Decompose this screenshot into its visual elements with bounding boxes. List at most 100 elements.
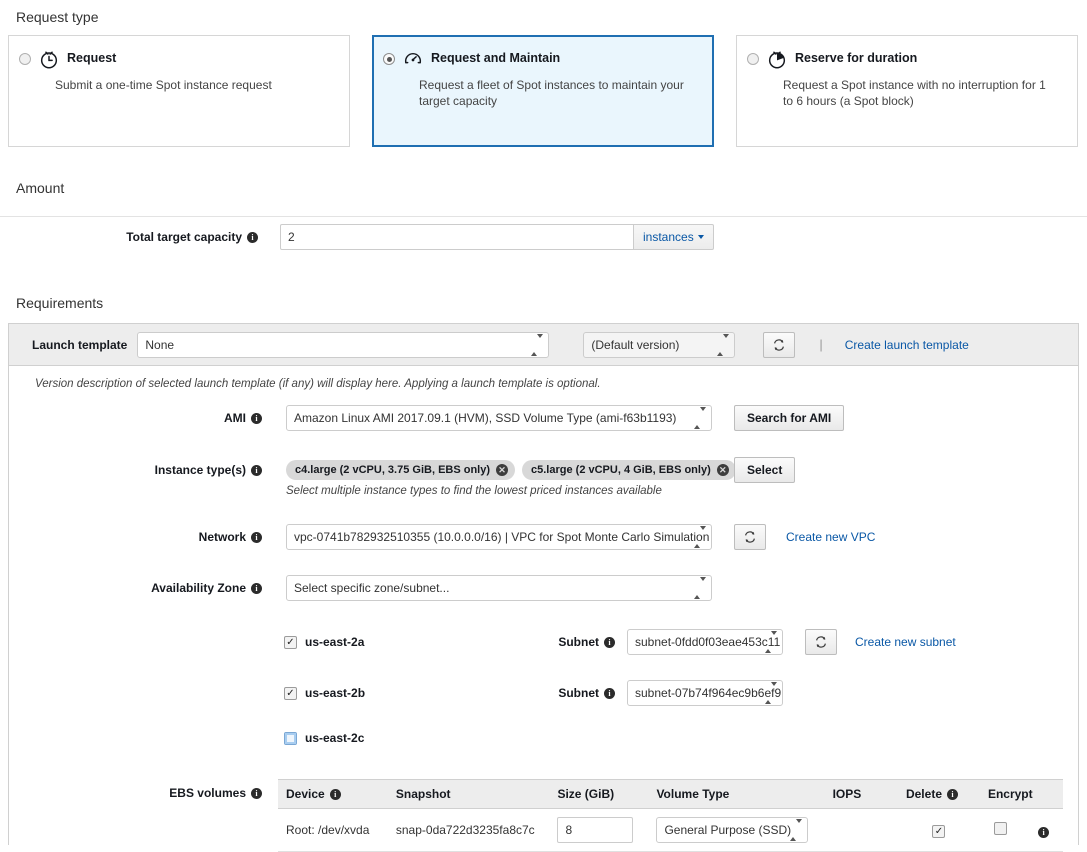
- info-icon[interactable]: i: [251, 464, 262, 476]
- instance-type-tag-list: c4.large (2 vCPU, 3.75 GiB, EBS only) ✕ …: [286, 460, 736, 480]
- cell-device: Root: /dev/xvda: [278, 808, 388, 852]
- network-label-text: Network: [198, 530, 246, 544]
- ami-label: AMI i: [0, 411, 262, 425]
- availability-zone-select-wrap: Select specific zone/subnet...: [286, 575, 712, 601]
- ebs-volumes-label-text: EBS volumes: [169, 786, 246, 800]
- radio-reserve-for-duration[interactable]: [747, 53, 759, 65]
- info-icon[interactable]: i: [251, 582, 262, 594]
- search-for-ami-button[interactable]: Search for AMI: [734, 405, 845, 431]
- column-header-device: Device i: [278, 779, 388, 809]
- availability-zone-name: us-east-2b: [305, 686, 366, 700]
- launch-template-version-select-wrap: (Default version): [583, 331, 736, 358]
- launch-template-note: Version description of selected launch t…: [35, 378, 601, 390]
- table-header-row: Device i Snapshot Size (GiB) Volume Type…: [278, 779, 1063, 809]
- launch-template-version-select[interactable]: (Default version): [583, 331, 736, 358]
- radio-request-and-maintain[interactable]: [383, 53, 395, 65]
- requirements-heading: Requirements: [16, 295, 104, 311]
- info-icon[interactable]: i: [604, 687, 615, 699]
- info-icon[interactable]: i: [1038, 827, 1050, 838]
- info-icon[interactable]: i: [604, 636, 615, 648]
- launch-template-label: Launch template: [32, 337, 128, 352]
- amount-divider: [0, 216, 1087, 217]
- subnet-label-text: Subnet: [558, 635, 599, 649]
- select-instance-types-button[interactable]: Select: [734, 457, 796, 483]
- info-icon[interactable]: i: [251, 531, 262, 543]
- create-launch-template-link[interactable]: Create launch template: [845, 338, 969, 352]
- amount-heading: Amount: [16, 180, 65, 196]
- info-icon[interactable]: i: [251, 787, 262, 799]
- info-icon[interactable]: i: [247, 231, 258, 243]
- chevron-down-icon: [697, 235, 704, 239]
- request-type-card-request-and-maintain[interactable]: Request and Maintain Request a fleet of …: [372, 35, 714, 147]
- ami-select-wrap: Amazon Linux AMI 2017.09.1 (HVM), SSD Vo…: [286, 405, 712, 431]
- info-icon[interactable]: i: [329, 788, 341, 800]
- instance-type-tag[interactable]: c5.large (2 vCPU, 4 GiB, EBS only) ✕: [522, 460, 736, 480]
- cell-size: [549, 808, 649, 852]
- availability-zone-item-us-east-2c: us-east-2c: [284, 731, 364, 745]
- instance-type-tag[interactable]: c4.large (2 vCPU, 3.75 GiB, EBS only) ✕: [286, 460, 516, 480]
- subnet-select-us-east-2b[interactable]: subnet-07b74f964ec9b6ef9: [627, 680, 783, 706]
- checkbox-delete-on-termination[interactable]: ✓: [932, 824, 946, 838]
- clock-icon: [38, 48, 60, 73]
- request-type-card-request[interactable]: Request Submit a one-time Spot instance …: [8, 35, 350, 147]
- network-select-wrap: vpc-0741b782932510355 (10.0.0.0/16) | VP…: [286, 524, 712, 550]
- instance-type-tag-label: c4.large (2 vCPU, 3.75 GiB, EBS only): [295, 464, 491, 476]
- instance-types-label-text: Instance type(s): [154, 463, 246, 477]
- refresh-icon: [816, 636, 826, 648]
- total-target-capacity-label-text: Total target capacity: [126, 230, 242, 244]
- subnet-select-us-east-2a[interactable]: subnet-0fdd0f03eae453c11: [627, 629, 783, 655]
- column-header-iops: IOPS: [824, 779, 898, 809]
- network-row: Network i vpc-0741b782932510355 (10.0.0.…: [0, 524, 875, 550]
- availability-zone-item-us-east-2a: ✓ us-east-2a Subnet i subnet-0fdd0f03eae…: [284, 629, 956, 655]
- request-type-description: Submit a one-time Spot instance request: [55, 78, 272, 92]
- clock-pie-icon: [766, 48, 788, 73]
- column-header-device-text: Device: [286, 787, 325, 801]
- checkbox-us-east-2b[interactable]: ✓: [284, 686, 297, 700]
- radio-request[interactable]: [19, 53, 31, 65]
- create-new-subnet-link[interactable]: Create new subnet: [855, 635, 956, 649]
- request-type-card-reserve-for-duration[interactable]: Reserve for duration Request a Spot inst…: [736, 35, 1078, 147]
- checkbox-us-east-2a[interactable]: ✓: [284, 635, 297, 649]
- vertical-divider: |: [819, 337, 823, 352]
- volume-type-select[interactable]: General Purpose (SSD): [656, 817, 809, 843]
- refresh-vpc-button[interactable]: [734, 524, 766, 550]
- availability-zone-label: Availability Zone i: [0, 581, 262, 595]
- info-icon[interactable]: i: [947, 788, 958, 800]
- subnet-label: Subnet i: [553, 635, 615, 649]
- instance-types-hint: Select multiple instance types to find t…: [286, 485, 662, 497]
- availability-zone-row: Availability Zone i Select specific zone…: [0, 575, 712, 601]
- cell-snapshot: snap-0da722d3235fa8c7c: [387, 808, 550, 852]
- instance-types-label: Instance type(s) i: [0, 463, 262, 477]
- request-type-description: Request a fleet of Spot instances to mai…: [419, 78, 684, 108]
- remove-tag-icon[interactable]: ✕: [716, 464, 729, 476]
- subnet-label-text: Subnet: [558, 686, 599, 700]
- launch-template-select[interactable]: None: [137, 331, 550, 358]
- network-label: Network i: [0, 530, 262, 544]
- ebs-volumes-table: Device i Snapshot Size (GiB) Volume Type…: [278, 779, 1063, 852]
- availability-zone-select[interactable]: Select specific zone/subnet...: [286, 575, 712, 601]
- total-target-capacity-input[interactable]: [280, 224, 634, 250]
- ami-select[interactable]: Amazon Linux AMI 2017.09.1 (HVM), SSD Vo…: [286, 405, 712, 431]
- availability-zone-name: us-east-2a: [305, 635, 365, 649]
- refresh-subnets-button[interactable]: [805, 629, 837, 655]
- checkbox-us-east-2c[interactable]: [284, 731, 297, 745]
- network-select[interactable]: vpc-0741b782932510355 (10.0.0.0/16) | VP…: [286, 524, 712, 550]
- ebs-size-input[interactable]: [557, 817, 634, 843]
- refresh-launch-templates-button[interactable]: [763, 331, 796, 358]
- checkbox-encrypt[interactable]: [993, 822, 1007, 835]
- capacity-unit-label: instances: [643, 230, 694, 244]
- create-new-vpc-link[interactable]: Create new VPC: [786, 530, 875, 544]
- request-type-title: Reserve for duration: [795, 51, 918, 65]
- request-type-heading: Request type: [16, 9, 99, 25]
- instance-types-row: Instance type(s) i c4.large (2 vCPU, 3.7…: [0, 457, 796, 483]
- remove-tag-icon[interactable]: ✕: [496, 464, 509, 476]
- availability-zone-name: us-east-2c: [305, 731, 365, 745]
- subnet-select-wrap-a: subnet-0fdd0f03eae453c11: [627, 629, 783, 655]
- launch-template-select-wrap: None: [137, 331, 550, 358]
- column-header-encrypt: Encrypt: [979, 779, 1063, 809]
- capacity-unit-dropdown[interactable]: instances: [634, 224, 714, 250]
- info-icon[interactable]: i: [251, 412, 262, 424]
- request-type-title: Request: [67, 51, 117, 65]
- gauge-icon: [402, 48, 424, 73]
- subnet-select-wrap-b: subnet-07b74f964ec9b6ef9: [627, 680, 783, 706]
